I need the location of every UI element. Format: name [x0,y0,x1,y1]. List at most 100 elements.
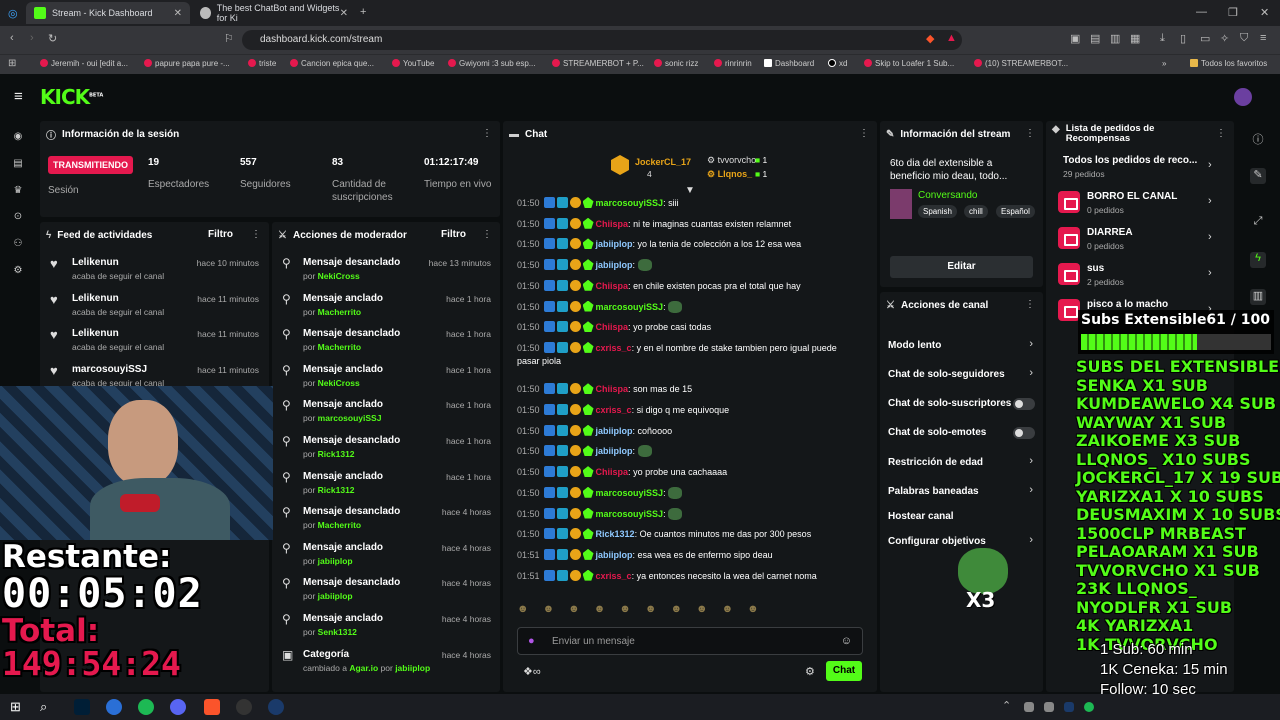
obs-icon[interactable] [236,699,252,715]
clipboard-icon[interactable]: ▥ [1250,289,1266,305]
leo-icon[interactable]: ✧ [1220,32,1229,45]
vpn-icon[interactable]: ⛉ [1240,32,1248,45]
tray-spotify-icon[interactable] [1084,702,1094,712]
rail-stream-icon[interactable]: ◉ [10,131,26,147]
extension-icon[interactable]: ▤ [1090,32,1100,45]
emoji-icon[interactable]: ☺ [841,635,852,647]
bookmark-item[interactable]: Cancion epica que... [290,59,374,68]
toggle-switch[interactable] [1013,427,1035,439]
back-icon[interactable]: ‹ [10,32,14,44]
reload-icon[interactable]: ↻ [48,32,57,45]
chat-input[interactable]: ● Enviar un mensaje ☺ [517,627,863,655]
chat-username[interactable]: marcosouyiSSJ [596,509,664,519]
filter-button[interactable]: Filtro [441,229,466,240]
category-name[interactable]: Conversando [918,190,977,201]
tray-steam-icon[interactable] [1064,702,1074,712]
chat-username[interactable]: jabiiplop [596,260,633,270]
rail-analytics-icon[interactable]: ▤ [10,158,26,174]
all-rewards-title[interactable]: Todos los pedidos de reco... [1063,155,1197,166]
brave-shield-icon[interactable]: ◆ [926,32,934,45]
all-bookmarks[interactable]: Todos los favoritos [1190,59,1267,68]
bookmark-item[interactable]: triste [248,59,276,68]
chat-username[interactable]: jabiiplop [596,550,633,560]
extension-icon[interactable]: ▥ [1110,32,1120,45]
activity-user[interactable]: marcosouyiSSJ [72,364,147,375]
edit-icon[interactable]: ✎ [1250,168,1266,184]
reward-item[interactable]: sus 2 pedidos › [1058,261,1228,293]
points-icon[interactable]: ❖∞ [523,665,541,678]
expand-icon[interactable]: ⤢ [1250,215,1266,231]
download-icon[interactable]: ⤓ [1160,32,1165,45]
channel-action-item[interactable]: Chat de solo-suscriptores [880,398,1043,418]
info-icon[interactable]: ⓘ [1250,131,1266,147]
chat-settings-icon[interactable]: ⚙ [805,665,815,678]
bookmark-item[interactable]: papure papa pure -... [144,59,230,68]
send-chat-button[interactable]: Chat [826,661,862,681]
reward-item[interactable]: DIARREA 0 pedidos › [1058,225,1228,257]
app-icon[interactable] [106,699,122,715]
tray-app-icon[interactable] [1044,702,1054,712]
spotify-icon[interactable] [138,699,154,715]
chat-username[interactable]: Rick1312 [596,529,635,539]
kebab-menu-icon[interactable]: ⋮ [1025,128,1035,139]
bookmark-item[interactable]: YouTube [392,59,434,68]
brave-icon[interactable] [204,699,220,715]
kebab-menu-icon[interactable]: ⋮ [859,128,869,139]
tab-chatbot[interactable]: The best ChatBot and Widgets for Ki ✕ [192,2,356,24]
chat-username[interactable]: Chiispa [596,384,629,394]
chat-username[interactable]: cxriss_c [596,343,632,353]
channel-action-item[interactable]: Chat de solo-seguidores › [880,367,1043,389]
kebab-menu-icon[interactable]: ⋮ [1216,128,1226,139]
extension-icon[interactable]: ▦ [1130,32,1140,45]
new-tab-icon[interactable]: + [360,6,366,18]
chat-username[interactable]: marcosouyiSSJ [596,302,664,312]
toggle-switch[interactable] [1013,398,1035,410]
rewards-icon[interactable]: ▲ [946,32,957,44]
bookmark-item[interactable]: Skip to Loafer 1 Sub... [864,59,954,68]
user-avatar[interactable] [1234,88,1252,106]
channel-action-item[interactable]: Chat de solo-emotes [880,427,1043,447]
channel-action-item[interactable]: Configurar objetivos › [880,534,1043,556]
kebab-menu-icon[interactable]: ⋮ [1025,299,1035,310]
filter-button[interactable]: Filtro [208,229,233,240]
extension-icon[interactable]: ▣ [1070,32,1080,45]
reward-item[interactable]: BORRO EL CANAL 0 pedidos › [1058,189,1228,221]
bookmark-item[interactable]: STREAMERBOT + P... [552,59,644,68]
more-bookmarks-icon[interactable]: » [1162,59,1166,68]
lightning-icon[interactable]: ϟ [1250,252,1266,268]
bookmark-item[interactable]: xd [828,59,847,68]
kebab-menu-icon[interactable]: ⋮ [482,229,492,240]
channel-action-item[interactable]: Restricción de edad › [880,455,1043,477]
bookmark-item[interactable]: Dashboard [764,59,814,68]
wallet-icon[interactable]: ▭ [1200,32,1210,45]
chat-username[interactable]: jabiiplop [596,239,633,249]
steam-icon[interactable] [268,699,284,715]
tray-chevron-icon[interactable]: ⌃ [1002,699,1011,712]
tray-app-icon[interactable] [1024,702,1034,712]
channel-action-item[interactable]: Palabras baneadas › [880,484,1043,506]
hamburger-menu-icon[interactable]: ≡ [14,88,23,105]
chevron-right-icon[interactable]: › [1208,159,1212,171]
microphone-icon[interactable]: ● [528,635,535,647]
chat-username[interactable]: cxriss_c [596,571,632,581]
activity-user[interactable]: Lelikenun [72,257,119,268]
minimize-icon[interactable]: — [1196,6,1207,18]
chat-username[interactable]: Chiispa [596,281,629,291]
edit-button[interactable]: Editar [890,256,1033,278]
chat-username[interactable]: jabiiplop [596,426,633,436]
search-icon[interactable]: ⌕ [40,699,47,715]
discord-icon[interactable] [170,699,186,715]
chat-username[interactable]: marcosouyiSSJ [596,198,664,208]
kick-logo[interactable]: KICKBETA [40,85,103,109]
kebab-menu-icon[interactable]: ⋮ [482,128,492,139]
apps-grid-icon[interactable]: ⊞ [8,58,16,69]
chat-username[interactable]: marcosouyiSSJ [596,488,664,498]
bookmark-item[interactable]: sonic rizz [654,59,698,68]
emote-bar[interactable]: ☻☻☻☻☻☻☻☻☻☻ [517,603,863,623]
chat-username[interactable]: jabiiplop [596,446,633,456]
windows-start-icon[interactable]: ⊞ [10,699,21,715]
bookmark-icon[interactable]: ⚐ [224,32,234,45]
forward-icon[interactable]: › [30,32,34,44]
photoshop-icon[interactable] [74,699,90,715]
close-tab-icon[interactable]: ✕ [174,8,182,19]
